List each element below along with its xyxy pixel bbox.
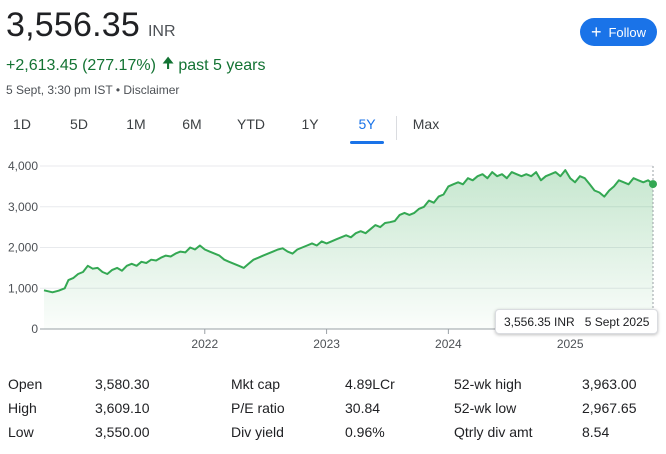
- plus-icon: +: [590, 22, 602, 42]
- tab-ytd[interactable]: YTD: [236, 116, 266, 132]
- price-change: +2,613.45 (277.17%) 🠉 past 5 years: [6, 53, 265, 78]
- x-tick-label: 2025: [557, 337, 584, 351]
- stat-value-high: 3,609.10: [95, 400, 150, 416]
- y-tick-label: 1,000: [8, 281, 38, 295]
- stat-value-pe-ratio: 30.84: [345, 400, 381, 416]
- tab-1d[interactable]: 1D: [12, 116, 32, 132]
- y-tick-label: 4,000: [8, 159, 38, 173]
- stat-value-mkt-cap: 4.89LCr: [345, 376, 395, 392]
- stat-label-div-yield: Div yield: [231, 424, 284, 440]
- stat-label-qtrly-div: Qtrly div amt: [454, 424, 533, 440]
- y-tick-label: 3,000: [8, 200, 38, 214]
- change-period: past 5 years: [178, 56, 266, 74]
- area-fill: [44, 170, 653, 329]
- change-value: +2,613.45 (277.17%): [6, 56, 156, 74]
- hover-point: [649, 180, 657, 189]
- tab-5y[interactable]: 5Y: [356, 116, 378, 132]
- stat-value-52wk-high: 3,963.00: [582, 376, 637, 392]
- stat-value-div-yield: 0.96%: [345, 424, 385, 440]
- active-tab-indicator: [350, 141, 384, 144]
- y-tick-label: 2,000: [8, 241, 38, 255]
- current-price: 3,556.35: [6, 6, 140, 44]
- stat-value-52wk-low: 2,967.65: [582, 400, 637, 416]
- x-tick-label: 2023: [313, 337, 340, 351]
- x-tick-label: 2022: [191, 337, 218, 351]
- tooltip-value: 3,556.35 INR: [504, 314, 575, 329]
- stat-label-52wk-low: 52-wk low: [454, 400, 517, 416]
- chart-tooltip: 3,556.35 INR 5 Sept 2025: [495, 309, 659, 334]
- stat-value-open: 3,580.30: [95, 376, 150, 392]
- stat-label-open: Open: [8, 376, 43, 392]
- stat-label-mkt-cap: Mkt cap: [231, 376, 281, 392]
- tab-1m[interactable]: 1M: [125, 116, 147, 132]
- arrow-up-icon: 🠉: [161, 55, 175, 72]
- follow-button[interactable]: + Follow: [580, 18, 657, 46]
- currency-label: INR: [147, 23, 176, 40]
- tab-1y[interactable]: 1Y: [300, 116, 320, 132]
- timestamp-disclaimer[interactable]: 5 Sept, 3:30 pm IST • Disclaimer: [6, 83, 179, 97]
- price-header: 3,556.35 INR: [6, 6, 176, 45]
- stat-value-qtrly-div: 8.54: [582, 424, 610, 440]
- stat-value-low: 3,550.00: [95, 424, 150, 440]
- follow-label: Follow: [608, 24, 647, 40]
- stat-label-high: High: [8, 400, 37, 416]
- tab-max[interactable]: Max: [411, 116, 441, 132]
- tab-5d[interactable]: 5D: [68, 116, 90, 132]
- stat-label-low: Low: [8, 424, 34, 440]
- stat-label-52wk-high: 52-wk high: [454, 376, 522, 392]
- tooltip-date: 5 Sept 2025: [584, 314, 650, 329]
- x-tick-label: 2024: [435, 337, 462, 351]
- y-tick-label: 0: [31, 322, 38, 336]
- tab-6m[interactable]: 6M: [181, 116, 203, 132]
- stat-label-pe-ratio: P/E ratio: [231, 400, 285, 416]
- tab-divider: [396, 116, 397, 140]
